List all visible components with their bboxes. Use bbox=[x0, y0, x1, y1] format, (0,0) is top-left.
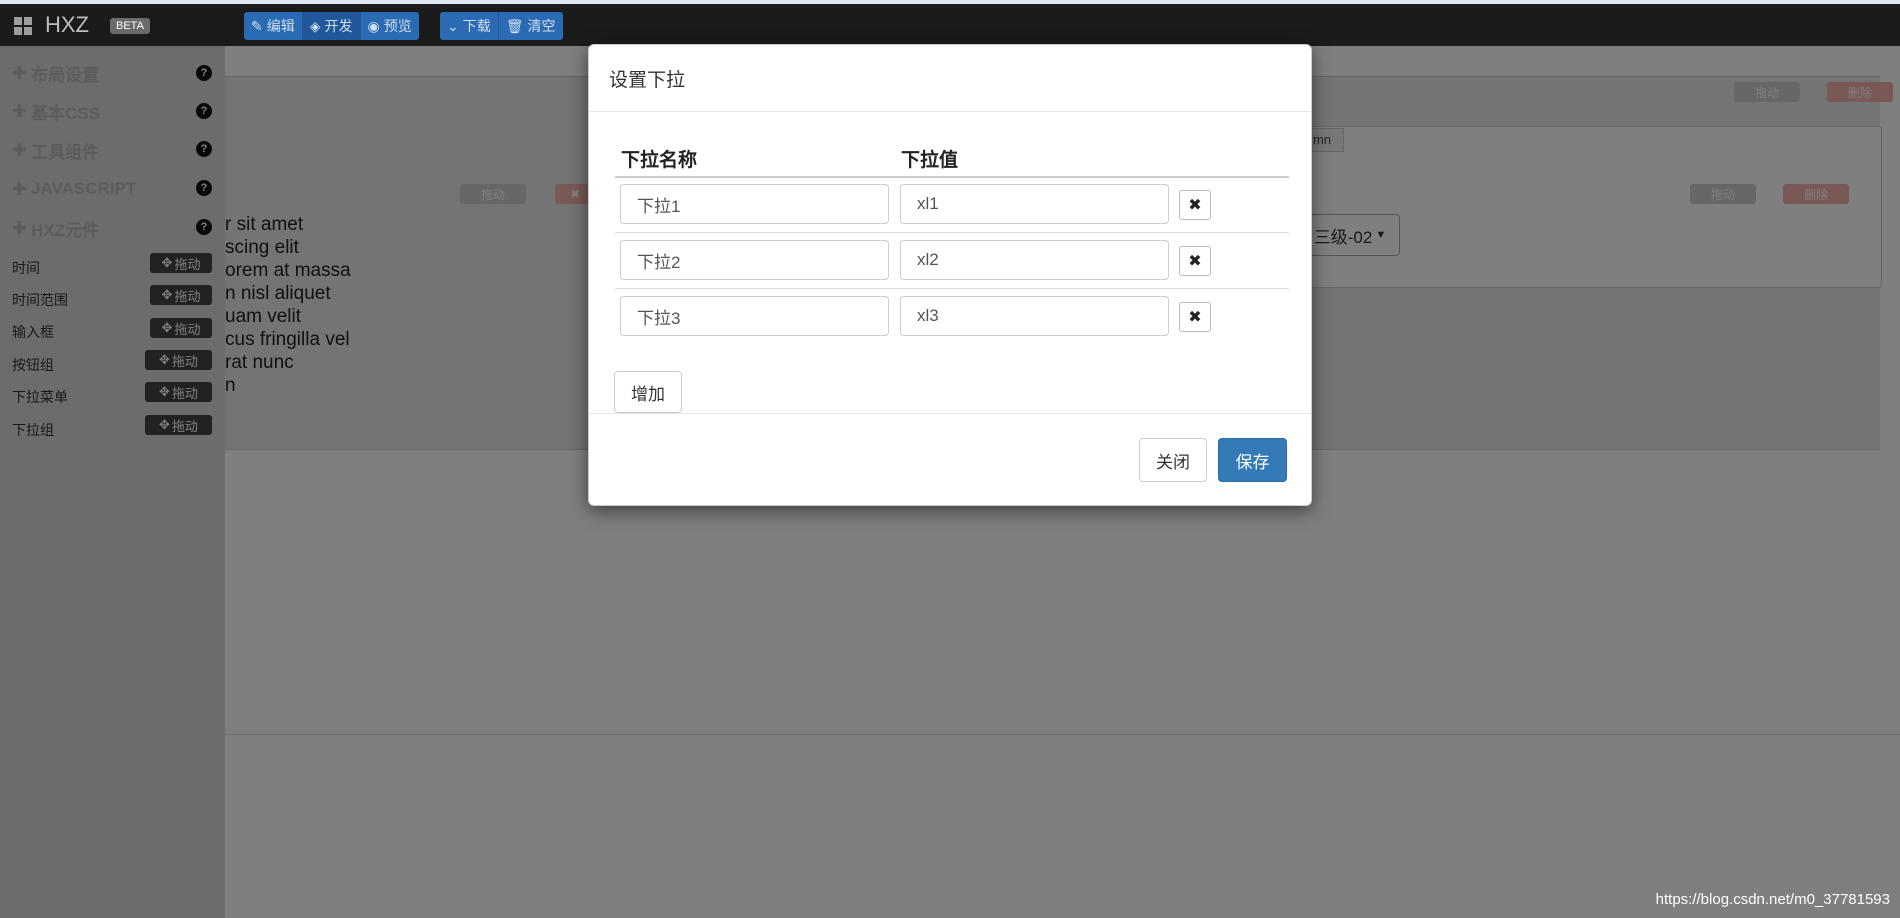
chevron-down-icon: ⌄ bbox=[447, 17, 459, 34]
delete-row-button[interactable]: ✖ bbox=[1179, 246, 1211, 276]
preview-button-label: 预览 bbox=[383, 18, 412, 34]
trash-icon: 🗑 bbox=[505, 17, 524, 34]
dropdown-name-input[interactable]: 下拉3 bbox=[620, 296, 889, 336]
top-navbar: HXZ BETA ✎ 编辑 ◈ 开发 ◉ 预览 ⌄ 下载 🗑 清空 bbox=[0, 4, 1900, 46]
input-value: xl1 bbox=[917, 194, 939, 213]
input-value: xl2 bbox=[917, 250, 939, 269]
close-icon: ✖ bbox=[1188, 253, 1202, 270]
watermark: https://blog.csdn.net/m0_37781593 bbox=[1655, 891, 1890, 908]
dropdown-name-input[interactable]: 下拉1 bbox=[620, 184, 889, 224]
add-row-button[interactable]: 增加 bbox=[614, 371, 682, 413]
row-divider bbox=[615, 288, 1289, 289]
preview-button[interactable]: ◉ 预览 bbox=[360, 12, 419, 40]
input-value: xl3 bbox=[917, 306, 939, 325]
eye-icon: ◉ bbox=[367, 17, 380, 34]
develop-button-label: 开发 bbox=[324, 18, 353, 34]
clear-button[interactable]: 🗑 清空 bbox=[498, 12, 563, 40]
dialog-footer-divider bbox=[589, 413, 1311, 414]
dialog-title: 设置下拉 bbox=[609, 70, 686, 91]
dropdown-name-input[interactable]: 下拉2 bbox=[620, 240, 889, 280]
column-header-name: 下拉名称 bbox=[621, 150, 698, 171]
close-icon: ✖ bbox=[1188, 197, 1202, 214]
close-icon: ✖ bbox=[1188, 309, 1202, 326]
close-button[interactable]: 关闭 bbox=[1139, 438, 1207, 482]
edit-button[interactable]: ✎ 编辑 bbox=[244, 12, 303, 40]
delete-row-button[interactable]: ✖ bbox=[1179, 302, 1211, 332]
row-divider bbox=[615, 232, 1289, 233]
grid-icon[interactable] bbox=[14, 17, 32, 35]
delete-row-button[interactable]: ✖ bbox=[1179, 190, 1211, 220]
input-value: 下拉3 bbox=[637, 308, 681, 328]
dropdown-value-input[interactable]: xl1 bbox=[900, 184, 1169, 224]
download-button[interactable]: ⌄ 下载 bbox=[440, 12, 499, 40]
column-header-value: 下拉值 bbox=[901, 150, 959, 171]
input-value: 下拉1 bbox=[637, 196, 681, 216]
table-header-divider bbox=[615, 176, 1289, 178]
dropdown-settings-dialog: 设置下拉 下拉名称 下拉值 下拉1 xl1 ✖ 下拉2 xl2 ✖ 下拉3 xl… bbox=[588, 44, 1312, 506]
save-button[interactable]: 保存 bbox=[1218, 438, 1287, 482]
dropdown-value-input[interactable]: xl2 bbox=[900, 240, 1169, 280]
clear-button-label: 清空 bbox=[527, 18, 556, 34]
dropdown-value-input[interactable]: xl3 bbox=[900, 296, 1169, 336]
edit-icon: ✎ bbox=[251, 17, 263, 34]
mode-button-group: ✎ 编辑 ◈ 开发 ◉ 预览 bbox=[244, 12, 419, 40]
brand-name[interactable]: HXZ bbox=[45, 12, 89, 38]
file-button-group: ⌄ 下载 🗑 清空 bbox=[440, 12, 563, 40]
edit-button-label: 编辑 bbox=[266, 18, 295, 34]
beta-badge: BETA bbox=[110, 18, 150, 34]
develop-button[interactable]: ◈ 开发 bbox=[302, 12, 361, 40]
dialog-header: 设置下拉 bbox=[589, 45, 1311, 112]
input-value: 下拉2 bbox=[637, 252, 681, 272]
develop-icon: ◈ bbox=[309, 17, 321, 34]
download-button-label: 下载 bbox=[462, 18, 491, 34]
